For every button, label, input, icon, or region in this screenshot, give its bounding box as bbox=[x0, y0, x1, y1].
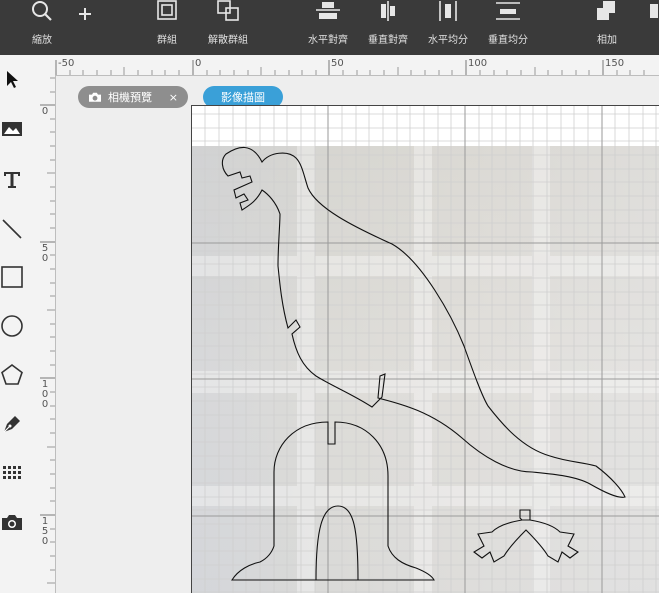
align-vertical-label: 垂直對齊 bbox=[368, 35, 408, 46]
union-icon bbox=[650, 4, 658, 18]
pen-icon bbox=[3, 416, 20, 433]
distribute-horizontal-button[interactable]: 水平均分 bbox=[422, 0, 474, 55]
distribute-horizontal-label: 水平均分 bbox=[428, 35, 468, 46]
align-horizontal-icon bbox=[316, 2, 340, 19]
align-vertical-button[interactable]: 垂直對齊 bbox=[362, 0, 414, 55]
image-tool[interactable] bbox=[0, 117, 24, 141]
workspace[interactable]: 相機預覽 × 影像描圖 bbox=[56, 76, 659, 593]
polygon-tool[interactable] bbox=[0, 363, 24, 387]
top-toolbar: 縮放 群組 解散群組 水平對齊 垂直對齊 水平均分 垂直均分 相加 bbox=[0, 0, 659, 55]
tab-camera-preview-label: 相機預覽 bbox=[108, 91, 152, 104]
tab-image-trace-label: 影像描圖 bbox=[221, 91, 265, 104]
line-icon bbox=[2, 219, 22, 239]
text-icon bbox=[4, 172, 20, 188]
pen-tool[interactable] bbox=[0, 412, 24, 436]
add-shapes-button[interactable]: 相加 bbox=[586, 0, 628, 55]
ruler-label: 150 bbox=[41, 516, 49, 547]
design-canvas[interactable] bbox=[191, 105, 659, 593]
ungroup-button[interactable]: 解散群組 bbox=[200, 0, 256, 55]
align-horizontal-label: 水平對齊 bbox=[308, 35, 348, 46]
pentagon-icon bbox=[1, 364, 23, 385]
distribute-horizontal-icon bbox=[439, 1, 457, 21]
line-tool[interactable] bbox=[0, 217, 24, 241]
ruler-label: 50 bbox=[41, 243, 49, 264]
zoom-label: 縮放 bbox=[32, 35, 52, 46]
ungroup-icon bbox=[217, 0, 239, 21]
add-object-button[interactable] bbox=[74, 0, 96, 55]
camera-icon bbox=[89, 92, 101, 102]
search-icon bbox=[32, 1, 52, 21]
image-icon bbox=[2, 122, 22, 136]
ruler-label: 50 bbox=[331, 58, 344, 69]
left-tool-panel bbox=[0, 55, 39, 593]
align-vertical-icon bbox=[381, 1, 395, 21]
distribute-vertical-button[interactable]: 垂直均分 bbox=[482, 0, 534, 55]
grid-icon bbox=[3, 466, 21, 479]
circle-icon bbox=[1, 315, 23, 337]
group-label: 群組 bbox=[157, 35, 177, 46]
add-label: 相加 bbox=[597, 35, 617, 46]
horizontal-ruler-ticks bbox=[55, 60, 645, 75]
group-icon bbox=[157, 0, 177, 20]
select-tool[interactable] bbox=[0, 67, 24, 91]
union-icon bbox=[597, 1, 615, 20]
rectangle-icon bbox=[1, 266, 23, 288]
toolbar-overflow-button[interactable] bbox=[646, 0, 659, 55]
ruler-label: -50 bbox=[58, 58, 75, 69]
ruler-label: 100 bbox=[41, 379, 49, 410]
distribute-vertical-label: 垂直均分 bbox=[488, 35, 528, 46]
rectangle-tool[interactable] bbox=[0, 265, 24, 289]
ungroup-label: 解散群組 bbox=[208, 35, 248, 46]
canvas-content[interactable] bbox=[192, 106, 659, 593]
array-tool[interactable] bbox=[0, 461, 24, 485]
camera-icon bbox=[2, 515, 22, 530]
plus-icon bbox=[79, 8, 91, 20]
tab-camera-preview[interactable]: 相機預覽 × bbox=[78, 86, 188, 108]
ruler-label: 100 bbox=[468, 58, 488, 69]
ruler-label: 150 bbox=[605, 58, 625, 69]
ruler-label: 0 bbox=[195, 58, 202, 69]
camera-tool[interactable] bbox=[0, 510, 24, 534]
horizontal-ruler: -50 0 50 100 150 bbox=[38, 55, 659, 76]
vertical-ruler: 0 50 100 150 bbox=[38, 75, 56, 593]
distribute-vertical-icon bbox=[496, 2, 520, 20]
group-button[interactable]: 群組 bbox=[146, 0, 188, 55]
ruler-label: 0 bbox=[41, 106, 49, 117]
cursor-icon bbox=[7, 71, 18, 88]
align-horizontal-button[interactable]: 水平對齊 bbox=[302, 0, 354, 55]
circle-tool[interactable] bbox=[0, 314, 24, 338]
text-tool[interactable] bbox=[0, 167, 24, 191]
close-tab-button[interactable]: × bbox=[169, 91, 178, 104]
zoom-button[interactable]: 縮放 bbox=[22, 0, 62, 55]
